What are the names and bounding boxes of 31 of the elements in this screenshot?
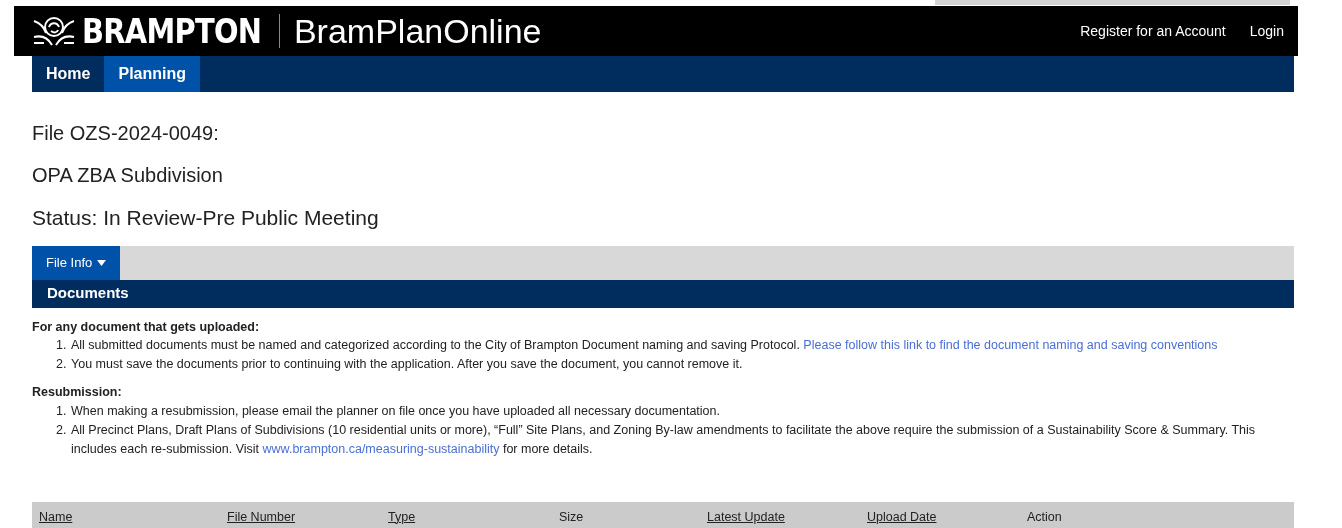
logo-text: BRAMPTON <box>82 9 262 53</box>
list-item-text: All Precinct Plans, Draft Plans of Subdivisions (10 residential units or more), “Full” Site Plans, and Zoning By-law amendments to facilitate the above require the submission of a Sustainability Score & Summary. This includes each re-submission. Visit www.brampton.ca/measuring-sustainability for more details. <box>71 422 1257 458</box>
file-type: OPA ZBA Subdivision <box>32 163 224 188</box>
list-item-text: You must save the documents prior to continuing with the application. After you save the document, you cannot remove it. <box>71 356 743 374</box>
column-header[interactable]: Upload Date <box>867 509 937 524</box>
note-heading: For any document that gets uploaded: <box>32 318 261 336</box>
file-status: Status: In Review-Pre Public Meeting <box>32 205 380 231</box>
rose-logo-icon <box>32 15 76 47</box>
note-heading: Resubmission: <box>32 384 123 402</box>
column-header: Size <box>559 509 584 524</box>
nav-tab[interactable]: Planning <box>104 56 200 92</box>
list-number: 2. <box>56 356 68 374</box>
link[interactable]: www.brampton.ca/measuring-sustainability <box>262 442 500 456</box>
header-link[interactable]: Login <box>1249 20 1284 42</box>
column-header: Action <box>1027 509 1062 524</box>
list-item-text: When making a resubmission, please email the planner on file once you have uploaded all necessary documentation. <box>71 403 720 420</box>
list-number: 1. <box>56 403 68 420</box>
link[interactable]: Please follow this link to find the document naming and saving conventions <box>803 338 1218 353</box>
file-info-tab[interactable]: File Info <box>32 245 121 280</box>
column-header[interactable]: Type <box>388 509 416 524</box>
list-number: 2. <box>56 422 68 439</box>
list-number: 1. <box>56 337 68 355</box>
column-header[interactable]: Name <box>39 509 73 524</box>
column-header[interactable]: Latest Update <box>707 509 785 524</box>
caret-icon <box>97 259 107 266</box>
column-header[interactable]: File Number <box>227 509 296 524</box>
header-link[interactable]: Register for an Account <box>1080 20 1226 42</box>
list-item-text: All submitted documents must be named and categorized according to the City of Brampton Document naming and saving Protocol. Please follow this link to find the document naming and saving conventions <box>71 337 1218 355</box>
section-title: Documents <box>47 283 129 304</box>
site-title: BramPlanOnline <box>293 10 542 52</box>
file-title: File OZS-2024-0049: <box>32 121 220 146</box>
